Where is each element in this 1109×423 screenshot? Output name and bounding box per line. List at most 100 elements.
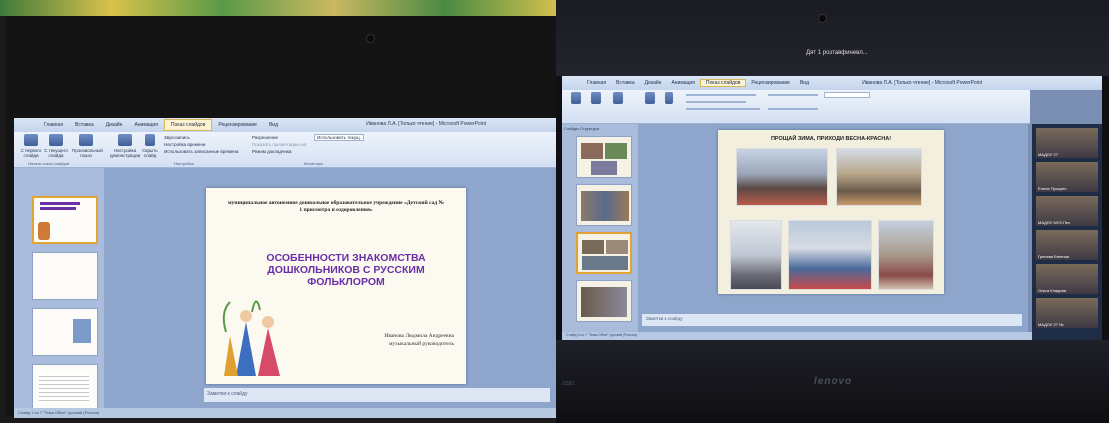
custom-show-button[interactable]: Произвольный показ (72, 134, 103, 158)
tab-insert[interactable]: Вставка (611, 80, 640, 86)
tab-home[interactable]: Главная (582, 80, 611, 86)
tab-slideshow[interactable]: Показ слайдов (163, 119, 213, 131)
from-start-button[interactable] (568, 92, 584, 106)
slide-thumbnail-selected[interactable] (576, 232, 632, 274)
setup-show-button[interactable] (642, 92, 658, 106)
webcam-icon (818, 14, 827, 23)
ribbon-line (686, 94, 756, 96)
pane-tabs[interactable]: Слайды Структура (564, 126, 599, 131)
slide-thumbnail[interactable] (32, 252, 98, 300)
thumb-title-line (40, 207, 76, 210)
thumb-picture (581, 143, 603, 159)
ribbon-line (686, 101, 746, 103)
notes-field[interactable]: Заметки к слайду (642, 314, 1022, 326)
slide-title: ПРОЩАЙ ЗИМА, ПРИХОДИ ВЕСНА-КРАСНА! (770, 136, 892, 142)
tab-design[interactable]: Дизайн (640, 80, 667, 86)
current-slide[interactable]: муниципальное автономное дошкольное обра… (206, 188, 466, 384)
window-title: Иванова Л.А. [Только чтение] - Microsoft… (366, 121, 486, 127)
laptop-bezel-right (556, 0, 1109, 76)
thumb-picture (581, 287, 627, 317)
event-photo (730, 220, 782, 290)
setup-show-button[interactable]: Настройка демонстрации (110, 134, 140, 158)
tab-view[interactable]: Вид (263, 122, 284, 128)
thumb-picture (581, 191, 629, 221)
tab-animation[interactable]: Анимация (128, 122, 163, 128)
status-bar: Слайд 5 из 7 "Тема Office" русский (Росс… (562, 332, 1032, 340)
event-photo (788, 220, 872, 290)
slide-headline: ОСОБЕННОСТИ ЗНАКОМСТВА ДОШКОЛЬНИКОВ С РУ… (266, 252, 426, 288)
slideshow-icon (24, 134, 38, 146)
current-slide[interactable]: ПРОЩАЙ ЗИМА, ПРИХОДИ ВЕСНА-КРАСНА! (718, 130, 944, 294)
tab-insert[interactable]: Вставка (69, 122, 100, 128)
webcam-icon (366, 34, 375, 43)
slide-thumbnail[interactable] (32, 308, 98, 356)
tab-animation[interactable]: Анимация (666, 80, 699, 86)
ribbon-line (768, 108, 818, 110)
folk-dancers-illustration (222, 300, 280, 376)
hide-slide-button[interactable] (662, 92, 676, 106)
slideshow-current-icon (49, 134, 63, 146)
thumb-illustration (38, 222, 50, 240)
slide-author: Иванова Людмила Андреевна музыкальный ру… (384, 332, 454, 348)
slide-edit-area: ПРОЩАЙ ЗИМА, ПРИХОДИ ВЕСНА-КРАСНА! Замет… (638, 124, 1028, 340)
slideshow-current-icon (591, 92, 601, 104)
slide-thumbnail[interactable] (576, 184, 632, 226)
slide-thumbnail-pane: Слайды Структура (562, 124, 638, 340)
hide-slide-button[interactable]: Скрыть слайд (142, 134, 158, 158)
ribbon-body (562, 90, 1030, 124)
participant-tile[interactable]: Елена Прокрен (1036, 162, 1098, 192)
notes-field[interactable]: Заметки к слайду (204, 388, 550, 402)
record-narration-option[interactable]: Звукозапись (164, 135, 190, 140)
status-bar: Слайд 1 из 7 "Тема Office" русский (Росс… (14, 408, 556, 418)
from-start-button[interactable]: С первого слайда (20, 134, 42, 158)
participant-tile[interactable]: Гречева Евгения (1036, 230, 1098, 260)
slide-thumbnail[interactable] (32, 196, 98, 244)
slide-thumbnail[interactable] (576, 280, 632, 322)
group-monitors-label: Мониторы (304, 161, 324, 166)
left-photo: Главная Вставка Дизайн Анимация Показ сл… (0, 0, 556, 423)
participant-tile[interactable]: МАДОУ 27 № (1036, 298, 1098, 328)
tab-home[interactable]: Главная (14, 122, 69, 128)
participant-tile[interactable]: МАДОУ 27 (1036, 128, 1098, 158)
custom-show-button[interactable] (610, 92, 626, 106)
powerpoint-window-left: Главная Вставка Дизайн Анимация Показ сл… (14, 118, 556, 418)
custom-show-icon (79, 134, 93, 146)
powerpoint-window-right: Главная Вставка Дизайн Анимация Показ сл… (562, 76, 1102, 340)
use-timings-checkbox[interactable]: Использовать записанные времена (164, 149, 238, 154)
author-role: музыкальный руководитель (389, 341, 454, 347)
window-title: Иванова Л.А. [Только чтение] - Microsoft… (862, 80, 982, 86)
tab-review[interactable]: Рецензирование (212, 122, 263, 128)
notification-text: Дят 1 розтавфиневл... (806, 50, 868, 56)
thumb-picture (606, 240, 628, 254)
presenter-view-checkbox[interactable]: Режим докладчика (252, 149, 291, 154)
event-photo (878, 220, 934, 290)
ribbon-tab-bar: Главная Вставка Дизайн Анимация Показ сл… (562, 76, 1102, 90)
event-photo (736, 148, 828, 206)
ribbon-line (768, 94, 818, 96)
event-photo (836, 148, 922, 206)
group-start-label: Начать показ слайдов (28, 161, 70, 166)
scene: Главная Вставка Дизайн Анимация Показ сл… (0, 0, 1109, 423)
from-current-button[interactable] (588, 92, 604, 106)
tab-view[interactable]: Вид (795, 80, 814, 86)
slide-thumbnail[interactable] (576, 136, 632, 178)
slide-thumbnail[interactable] (32, 364, 98, 412)
from-current-button[interactable]: С текущего слайда (44, 134, 68, 158)
lenovo-logo: lenovo (814, 376, 853, 387)
resolution-select[interactable] (824, 92, 870, 98)
tab-review[interactable]: Рецензирование (746, 80, 795, 86)
slide-thumbnail-pane (14, 168, 104, 418)
rehearse-timings-option[interactable]: Настройка времени (164, 142, 205, 147)
participant-tile[interactable]: Ольга Кладова (1036, 264, 1098, 294)
tab-design[interactable]: Дизайн (100, 122, 129, 128)
right-photo: Дят 1 розтавфиневл... Главная Вставка Ди… (556, 0, 1109, 423)
slideshow-icon (571, 92, 581, 104)
tab-slideshow[interactable]: Показ слайдов (699, 79, 747, 87)
wall-decoration (0, 0, 556, 16)
resolution-select[interactable]: Использовать текущ. (314, 134, 364, 141)
group-setup-label: Настройка (174, 161, 194, 166)
author-name: Иванова Людмила Андреевна (384, 333, 454, 339)
setup-icon (118, 134, 132, 146)
participant-tile[interactable]: МАДОУ МУЗ.Печ (1036, 196, 1098, 226)
video-call-participants: МАДОУ 27 Елена Прокрен МАДОУ МУЗ.Печ Гре… (1032, 124, 1102, 340)
